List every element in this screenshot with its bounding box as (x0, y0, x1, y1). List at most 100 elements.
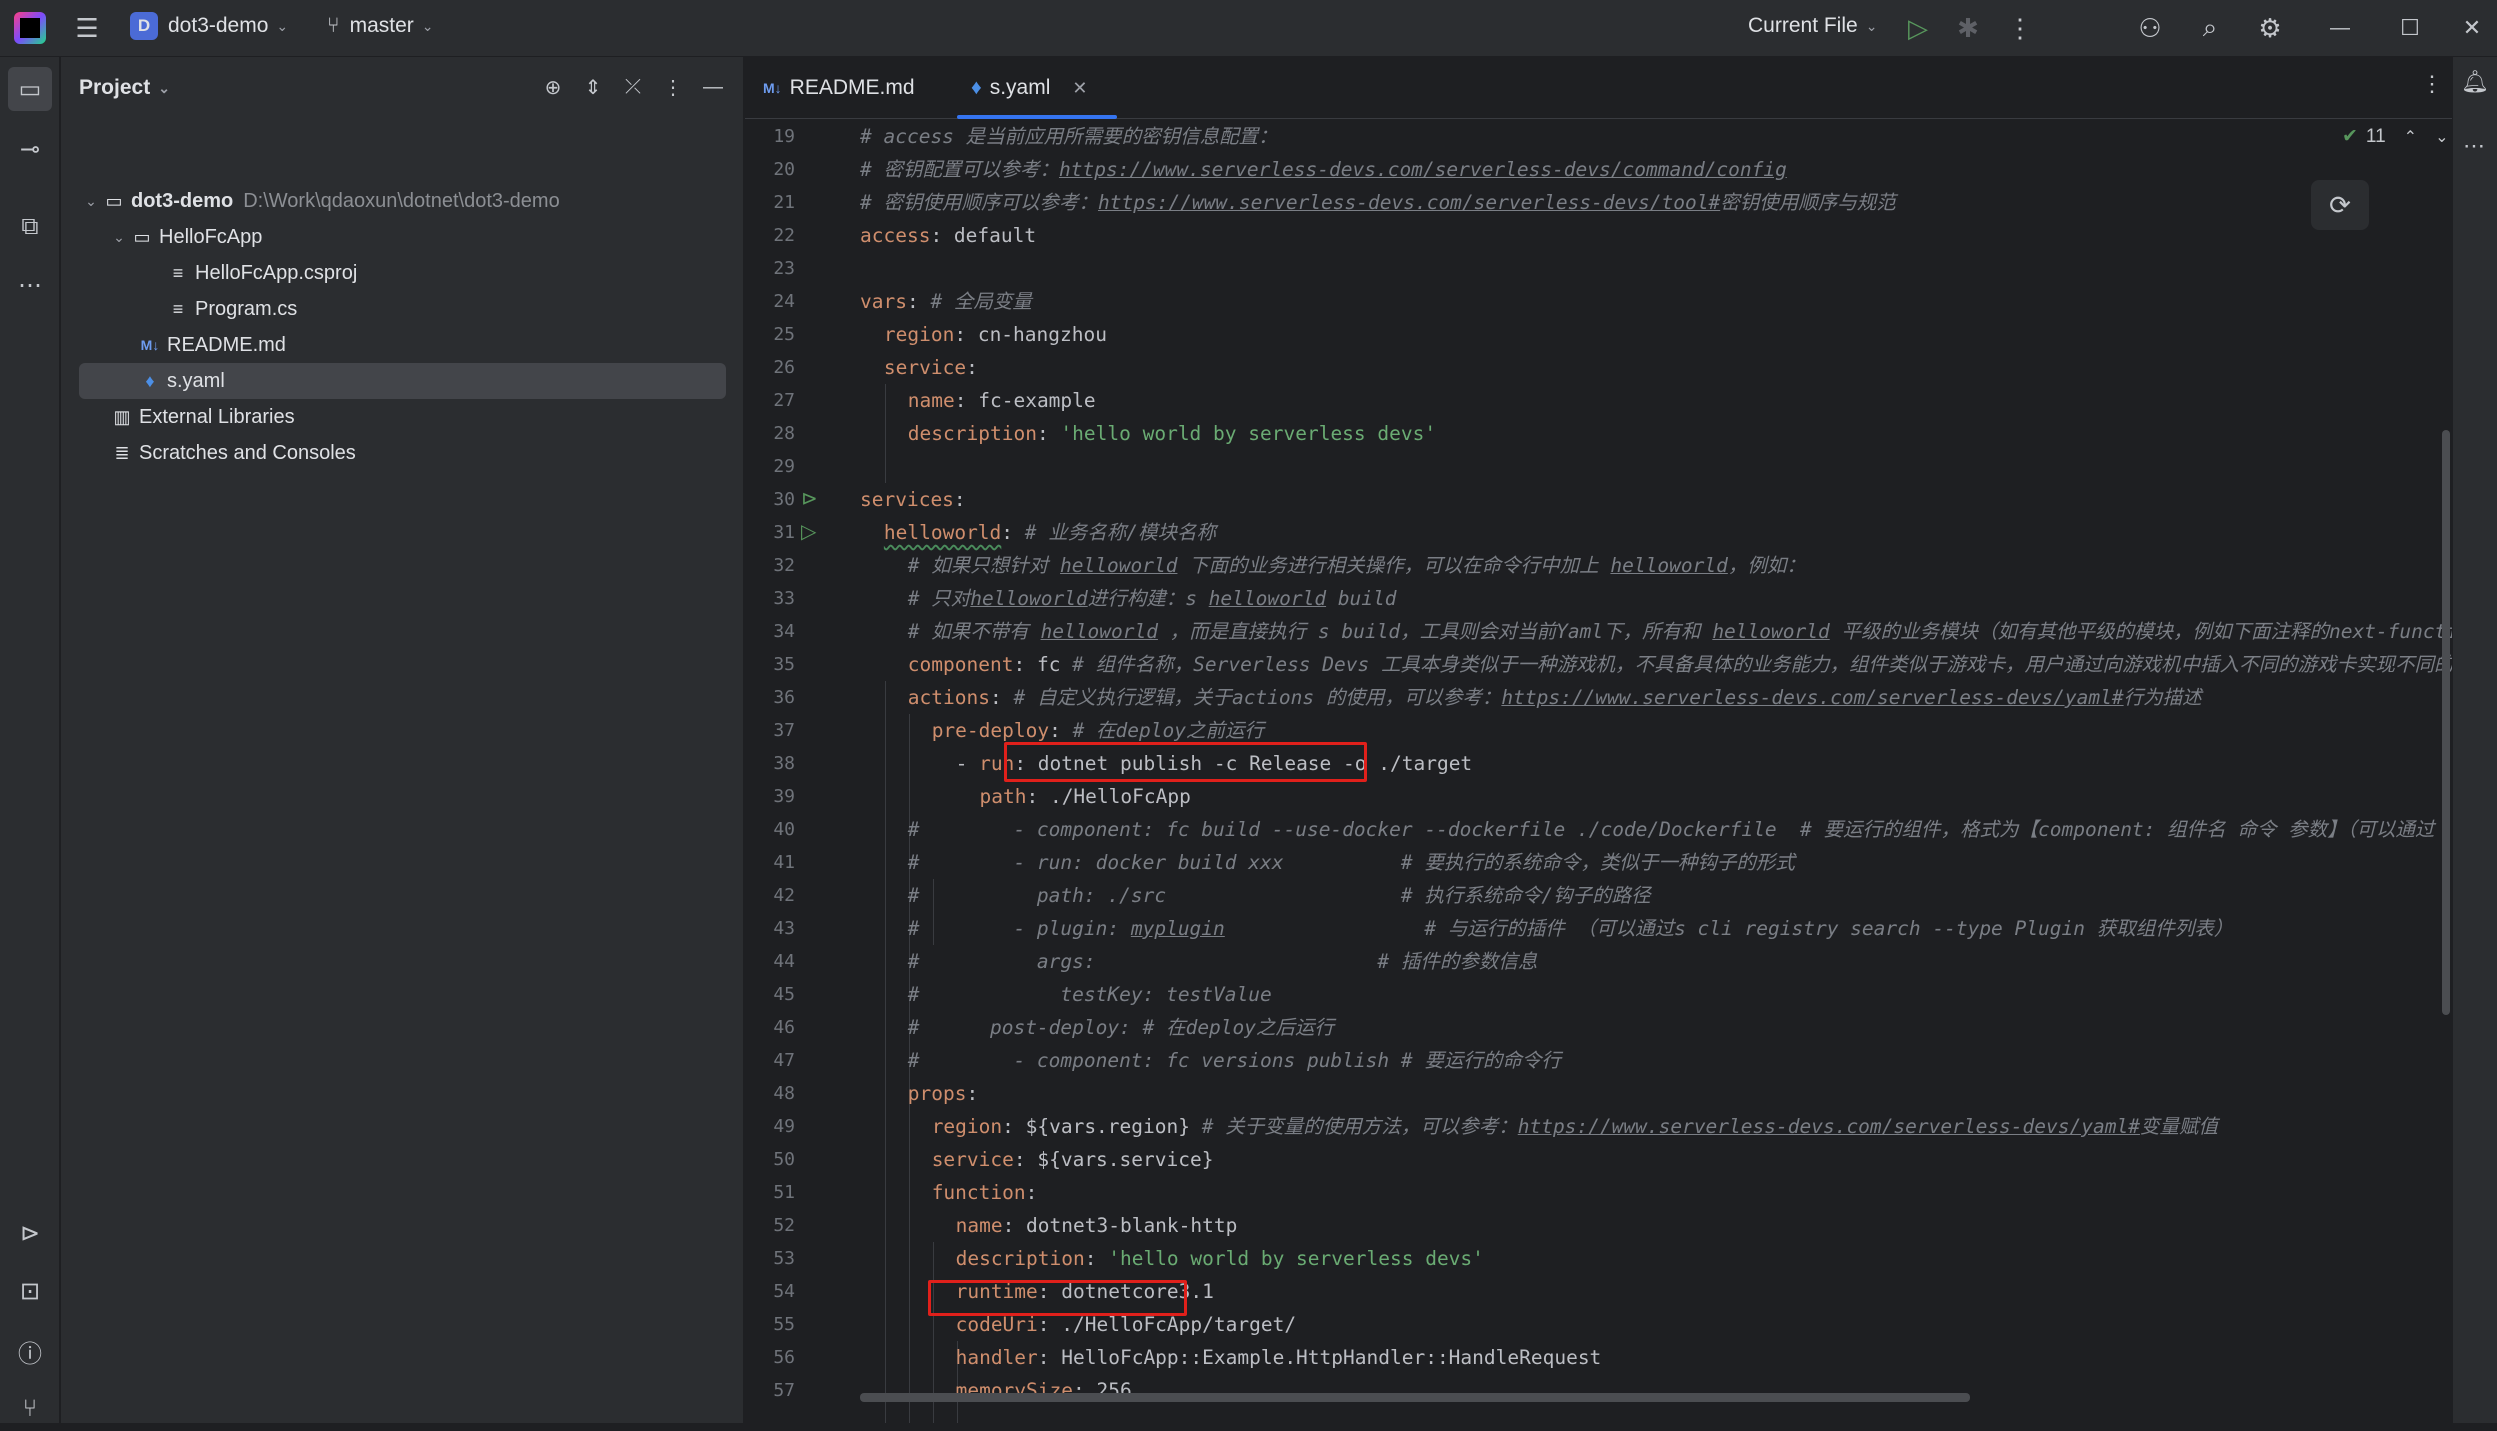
code-token: : (1025, 1181, 1038, 1204)
code-line[interactable]: # 只对helloworld进行构建：s helloworld build (908, 582, 1397, 615)
code-token: # access (860, 125, 966, 148)
code-line[interactable]: path: ./HelloFcApp (980, 780, 1191, 813)
project-panel-toolbar: ⊕ ⇕ ⤫ ⋮ — (537, 71, 729, 103)
chevron-up-icon[interactable]: ⌃ (2404, 127, 2417, 147)
code-line[interactable]: region: cn-hangzhou (884, 318, 1107, 351)
commit-icon[interactable]: ⊸ (8, 127, 52, 171)
tree-item-hellofcapp[interactable]: ⌄ ▭ HelloFcApp (109, 219, 709, 255)
code-line[interactable]: # post-deploy: # 在deploy之后运行 (908, 1011, 1334, 1044)
locate-icon[interactable]: ⊕ (537, 71, 569, 103)
settings-icon[interactable]: ⚙ (2248, 6, 2292, 50)
tree-item-label: HelloFcApp (159, 225, 263, 248)
line-number: 22 (773, 225, 795, 246)
tree-item-external-libraries[interactable]: ▥ External Libraries (109, 399, 709, 435)
tree-item-readme[interactable]: M↓ README.md (137, 327, 697, 363)
expand-all-icon[interactable]: ⇕ (577, 71, 609, 103)
reload-icon[interactable]: ⟳ (2311, 180, 2369, 230)
folder-icon: ▭ (105, 190, 123, 211)
code-line[interactable]: service: (884, 351, 978, 384)
more-tools-icon[interactable]: ⋯ (8, 263, 52, 307)
chevron-down-icon[interactable]: ⌄ (2435, 127, 2448, 147)
git-branch-icon: ⑂ (327, 14, 340, 37)
run-all-icon[interactable]: ⊳ (801, 486, 818, 511)
code-line[interactable]: description: 'hello world by serverless … (956, 1242, 1484, 1275)
code-line[interactable]: props: (908, 1077, 978, 1110)
code-area[interactable]: # access 是当前应用所需要的密钥信息配置： # 密钥配置可以参考：http… (860, 120, 2452, 1423)
run-icon[interactable]: ▷ (1896, 6, 1940, 50)
add-user-icon[interactable]: ⚇ (2128, 6, 2172, 50)
code-line[interactable]: access: default (860, 219, 1036, 252)
left-tool-strip: ▭ ⊸ ⧉ ⋯ ⊳ ⊡ ⓘ ⑂ (0, 57, 60, 1423)
git-icon[interactable]: ⑂ (8, 1387, 52, 1431)
code-token: region (931, 1115, 1003, 1138)
maximize-icon[interactable]: ☐ (2388, 6, 2432, 50)
collapse-all-icon[interactable]: ⤫ (617, 71, 649, 103)
code-line[interactable]: # 密钥配置可以参考：https://www.serverless-devs.c… (860, 153, 1787, 186)
code-token: vars (860, 290, 907, 313)
code-line[interactable]: helloworld: # 业务名称/模块名称 (884, 516, 1216, 549)
folder-icon[interactable]: ▭ (8, 67, 52, 111)
code-line[interactable]: service: ${vars.service} (932, 1143, 1214, 1176)
code-line[interactable]: # - plugin: myplugin # 与运行的插件 （可以通过s cli… (908, 912, 2233, 945)
code-line[interactable]: # 密钥使用顺序可以参考：https://www.serverless-devs… (860, 186, 1896, 219)
tab-s-yaml[interactable]: ♦ s.yaml ✕ (957, 57, 1117, 119)
code-line[interactable]: # 如果只想针对 helloworld 下面的业务进行相关操作，可以在命令行中加… (908, 549, 1806, 582)
inspection-widget[interactable]: ✔ 11 ⌃ ⌄ (2342, 125, 2448, 148)
tree-item-scratches[interactable]: ≣ Scratches and Consoles (109, 435, 709, 471)
close-icon[interactable]: ✕ (2450, 6, 2494, 50)
structure-icon[interactable]: ⧉ (8, 205, 52, 249)
code-line[interactable]: # args: # 插件的参数信息 (908, 945, 1538, 978)
tab-readme[interactable]: M↓ README.md (763, 57, 943, 119)
code-line[interactable]: actions: # 自定义执行逻辑，关于actions 的使用，可以参考：ht… (908, 681, 2202, 714)
problems-icon[interactable]: ⓘ (8, 1329, 52, 1373)
more-actions-icon[interactable]: ⋮ (1998, 6, 2042, 50)
code-line[interactable]: # 如果不带有 helloworld ，而是直接执行 s build，工具则会对… (908, 615, 2452, 648)
code-line[interactable]: memorySize: 256 (956, 1374, 1132, 1407)
code-line[interactable]: description: 'hello world by serverless … (908, 417, 1436, 450)
line-number: 47 (773, 1050, 795, 1071)
code-token: helloworld (1208, 587, 1327, 610)
branch-selector[interactable]: ⑂ master ⌄ (327, 14, 434, 38)
project-selector[interactable]: D dot3-demo ⌄ (130, 12, 288, 40)
search-icon[interactable]: ⌕ (2188, 6, 2232, 50)
tree-item-s-yaml[interactable]: ♦ s.yaml (79, 363, 726, 399)
code-token: # 自定义执行逻辑，关于actions 的使用，可以参考： (1013, 686, 1502, 709)
debug-icon[interactable]: ✱ (1946, 6, 1990, 50)
app-logo[interactable] (14, 12, 46, 44)
code-line[interactable]: # testKey: testValue (908, 978, 1272, 1011)
code-editor[interactable]: 19 20 21 22 23 24 25 26 27 28 29 30 31 32 33 34 35 36 37 38… (745, 120, 2452, 1423)
close-tab-icon[interactable]: ✕ (1072, 78, 1087, 99)
code-line[interactable]: # access 是当前应用所需要的密钥信息配置： (860, 120, 1278, 153)
notifications-icon[interactable]: 🔔︎ (2461, 69, 2489, 95)
vertical-scrollbar[interactable] (2442, 430, 2450, 1015)
code-line[interactable]: name: fc-example (908, 384, 1096, 417)
code-line[interactable]: services: (860, 483, 966, 516)
tree-item-program-cs[interactable]: ≡ Program.cs (165, 291, 705, 327)
run-config-selector[interactable]: Current File ⌄ (1748, 14, 1877, 38)
code-line[interactable]: # - component: fc versions publish # 要运行… (908, 1044, 1561, 1077)
code-line[interactable]: component: fc # 组件名称，Serverless Devs 工具本… (908, 648, 2452, 681)
tree-item-csproj[interactable]: ≡ HelloFcApp.csproj (165, 255, 705, 291)
code-line[interactable]: # - component: fc build --use-docker --d… (908, 813, 2435, 846)
terminal-icon[interactable]: ⊡ (8, 1269, 52, 1313)
hide-icon[interactable]: — (697, 71, 729, 103)
options-icon[interactable]: ⋮ (657, 71, 689, 103)
minimize-icon[interactable]: — (2318, 6, 2362, 50)
code-line[interactable]: region: ${vars.region} # 关于变量的使用方法，可以参考：… (932, 1110, 2218, 1143)
code-line[interactable]: vars: # 全局变量 (860, 285, 1032, 318)
code-line[interactable]: name: dotnet3-blank-http (956, 1209, 1238, 1242)
code-token: # 在deploy之前运行 (1072, 719, 1264, 742)
tab-options-icon[interactable]: ⋮ (2421, 71, 2443, 97)
run-icon[interactable]: ▷ (801, 519, 816, 544)
code-line[interactable]: handler: HelloFcApp::Example.HttpHandler… (956, 1341, 1602, 1374)
horizontal-scrollbar[interactable] (860, 1393, 1970, 1402)
main-menu-icon[interactable]: ☰ (65, 6, 109, 50)
code-line[interactable]: function: (932, 1176, 1038, 1209)
services-icon[interactable]: ⊳ (8, 1211, 52, 1255)
tree-item-root[interactable]: ⌄ ▭ dot3-demo D:\Work\qdaoxun\dotnet\dot… (81, 183, 721, 219)
run-config-label: Current File (1748, 14, 1858, 37)
more-tools-icon[interactable]: ⋯ (2463, 133, 2485, 159)
code-line[interactable]: # path: ./src # 执行系统命令/钩子的路径 (908, 879, 1651, 912)
code-line[interactable]: # - run: docker build xxx # 要执行的系统命令，类似于… (908, 846, 1795, 879)
line-number: 19 (773, 126, 795, 147)
